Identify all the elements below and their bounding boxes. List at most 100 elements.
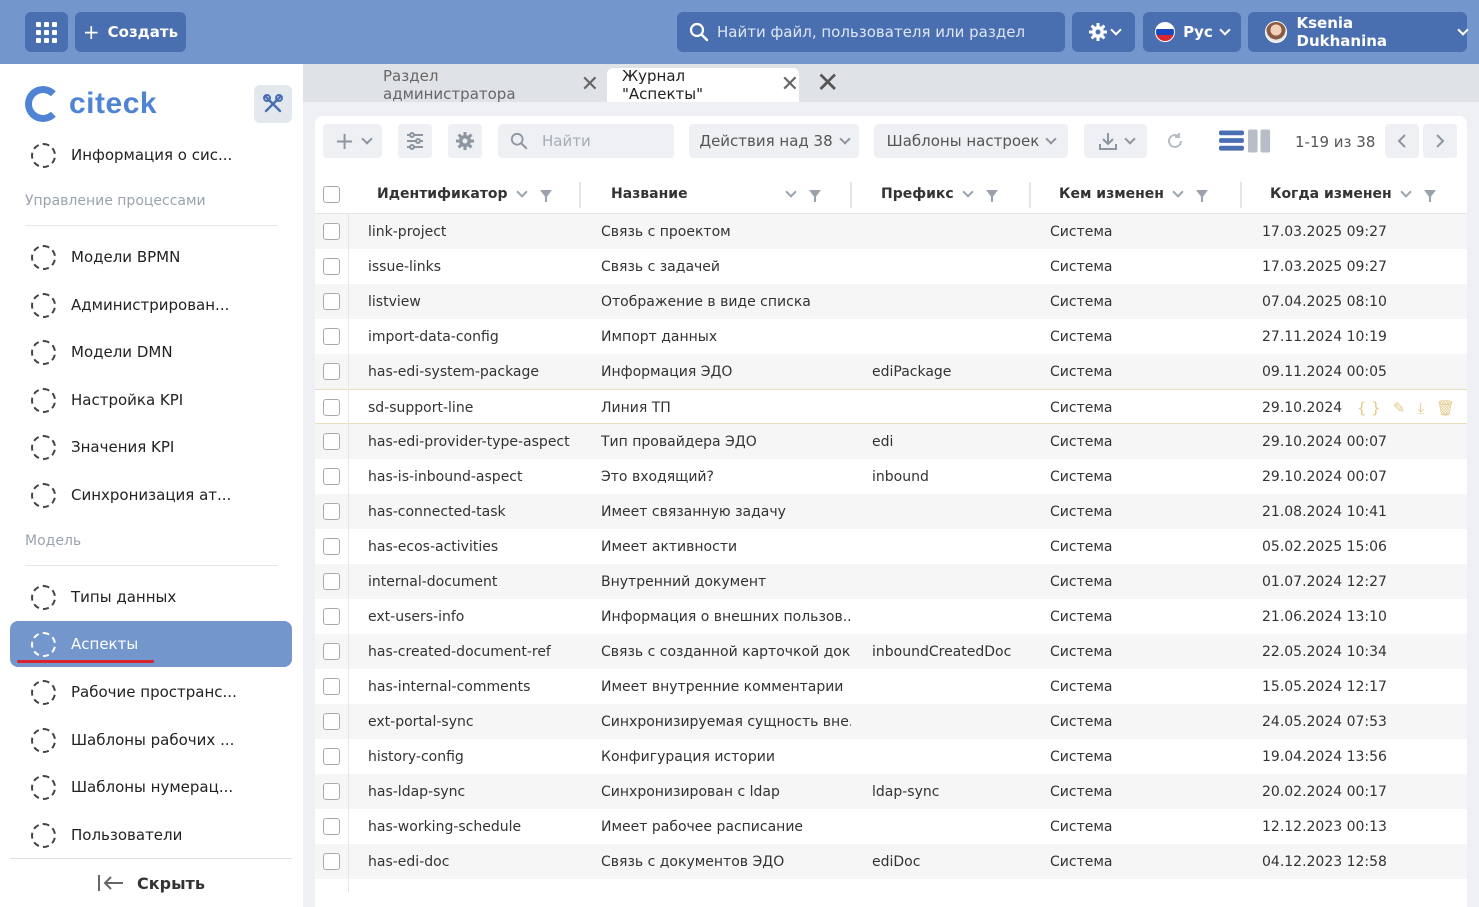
refresh-button[interactable] bbox=[1160, 124, 1190, 158]
sidebar-item-data-types[interactable]: Типы данных bbox=[10, 574, 292, 620]
column-header-modified[interactable]: Когда изменен bbox=[1270, 174, 1436, 214]
language-selector[interactable]: Рус bbox=[1143, 12, 1241, 52]
filter-icon[interactable] bbox=[985, 190, 998, 202]
add-record-button[interactable]: + bbox=[323, 124, 382, 158]
create-button[interactable]: + Создать bbox=[75, 12, 186, 52]
sidebar-item-dmn-models[interactable]: Модели DMN bbox=[10, 329, 292, 375]
row-checkbox[interactable] bbox=[323, 818, 340, 835]
filter-icon[interactable] bbox=[809, 190, 821, 202]
table-row[interactable]: ext-users-info Информация о внешних польз… bbox=[315, 599, 1467, 634]
row-checkbox[interactable] bbox=[323, 503, 340, 520]
table-row[interactable]: sd-support-line Линия ТП Система 29.10.2024… bbox=[315, 389, 1467, 424]
sidebar-item-users[interactable]: Пользователи bbox=[10, 812, 292, 858]
column-resizer[interactable] bbox=[579, 182, 581, 208]
filter-icon[interactable] bbox=[539, 190, 552, 202]
journal-settings-button[interactable] bbox=[448, 124, 482, 158]
sidebar-item-workspace-templates[interactable]: Шаблоны рабочих ... bbox=[10, 717, 292, 763]
prev-page-button[interactable] bbox=[1385, 124, 1419, 158]
sidebar-item-administration[interactable]: Администрирован... bbox=[10, 282, 292, 328]
group-actions-dropdown[interactable]: Действия над 38 bbox=[689, 124, 859, 158]
apps-menu-button[interactable] bbox=[25, 12, 68, 52]
close-icon[interactable]: ✕ bbox=[781, 74, 799, 96]
sidebar-item-numbering-templates[interactable]: Шаблоны нумерац... bbox=[10, 764, 292, 810]
row-checkbox[interactable] bbox=[323, 468, 340, 485]
sidebar-item-sync[interactable]: Синхронизация ат... bbox=[10, 472, 292, 518]
table-row[interactable]: has-ecos-activities Имеет активности Систе… bbox=[315, 529, 1467, 564]
column-resizer[interactable] bbox=[1029, 182, 1031, 208]
next-page-button[interactable] bbox=[1423, 124, 1457, 158]
kanban-view-icon[interactable] bbox=[1247, 129, 1271, 153]
row-checkbox[interactable] bbox=[323, 748, 340, 765]
tab-admin-section[interactable]: Раздел администратора ✕ bbox=[369, 67, 599, 103]
filter-icon[interactable] bbox=[1195, 190, 1208, 202]
table-row[interactable]: link-project Связь с проектом Система 17.03… bbox=[315, 214, 1467, 249]
user-menu[interactable]: Ksenia Dukhanina bbox=[1248, 12, 1469, 52]
row-checkbox[interactable] bbox=[323, 713, 340, 730]
export-button[interactable] bbox=[1084, 124, 1147, 158]
code-icon[interactable]: { } bbox=[1357, 399, 1381, 417]
tab-aspects-journal[interactable]: Журнал "Аспекты" ✕ bbox=[607, 67, 799, 103]
table-row[interactable]: has-internal-comments Имеет внутренние ко… bbox=[315, 669, 1467, 704]
view-toggle[interactable] bbox=[1219, 124, 1271, 158]
table-row[interactable]: import-data-config Импорт данных Система 27… bbox=[315, 319, 1467, 354]
global-search-input[interactable]: Найти файл, пользователя или раздел bbox=[677, 12, 1065, 52]
row-checkbox[interactable] bbox=[323, 678, 340, 695]
table-row[interactable]: has-edi-doc Связь с документов ЭДО ediDoc С… bbox=[315, 844, 1467, 879]
table-row[interactable]: internal-document Внутренний документ Сист… bbox=[315, 564, 1467, 599]
settings-templates-dropdown[interactable]: Шаблоны настроек bbox=[874, 124, 1068, 158]
column-header-prefix[interactable]: Префикс bbox=[881, 174, 998, 214]
select-all-checkbox[interactable] bbox=[323, 174, 340, 214]
row-checkbox[interactable] bbox=[323, 399, 340, 416]
row-checkbox[interactable] bbox=[323, 608, 340, 625]
close-icon[interactable]: ✕ bbox=[581, 74, 599, 96]
column-header-name[interactable]: Название bbox=[611, 174, 821, 214]
row-checkbox[interactable] bbox=[323, 433, 340, 450]
citeck-logo[interactable]: citeck bbox=[25, 86, 157, 122]
table-row[interactable]: issue-links Связь с задачей Система 17.03.2… bbox=[315, 249, 1467, 284]
settings-button[interactable] bbox=[1072, 12, 1135, 52]
table-row[interactable]: has-ldap-sync Синхронизирован с ldap ldap-… bbox=[315, 774, 1467, 809]
sort-icon[interactable] bbox=[515, 186, 528, 198]
table-row[interactable]: has-connected-task Имеет связанную задачу… bbox=[315, 494, 1467, 529]
row-checkbox[interactable] bbox=[323, 538, 340, 555]
journal-search-input[interactable]: Найти bbox=[498, 124, 674, 158]
table-row[interactable]: has-is-inbound-aspect Это входящий? inboun… bbox=[315, 459, 1467, 494]
row-checkbox[interactable] bbox=[323, 328, 340, 345]
table-row[interactable]: has-created-document-ref Связь с созданно… bbox=[315, 634, 1467, 669]
row-checkbox[interactable] bbox=[323, 258, 340, 275]
row-checkbox[interactable] bbox=[323, 573, 340, 590]
sort-icon[interactable] bbox=[785, 186, 797, 198]
download-icon[interactable]: ⤓ bbox=[1417, 399, 1424, 417]
table-row[interactable]: has-working-schedule Имеет рабочее распис… bbox=[315, 809, 1467, 844]
list-view-icon[interactable] bbox=[1219, 129, 1244, 153]
column-resizer[interactable] bbox=[1240, 182, 1242, 208]
sidebar-item-workspaces[interactable]: Рабочие пространс... bbox=[10, 669, 292, 715]
column-resizer[interactable] bbox=[850, 182, 852, 208]
hide-sidebar-button[interactable]: Скрыть bbox=[10, 858, 292, 907]
edit-icon[interactable]: ✎ bbox=[1393, 399, 1406, 417]
row-checkbox[interactable] bbox=[323, 643, 340, 660]
sidebar-item-kpi-settings[interactable]: Настройка KPI bbox=[10, 377, 292, 423]
column-header-id[interactable]: Идентификатор bbox=[377, 174, 552, 214]
sidebar-item-bpmn-models[interactable]: Модели BPMN bbox=[10, 234, 292, 280]
table-row[interactable]: has-edi-provider-type-aspect Тип провайде… bbox=[315, 424, 1467, 459]
table-row[interactable]: history-config Конфигурация истории Систем… bbox=[315, 739, 1467, 774]
row-checkbox[interactable] bbox=[323, 363, 340, 380]
row-checkbox[interactable] bbox=[323, 853, 340, 870]
table-row[interactable]: listview Отображение в виде списка Система… bbox=[315, 284, 1467, 319]
admin-tools-button[interactable] bbox=[254, 85, 292, 123]
column-header-modifier[interactable]: Кем изменен bbox=[1059, 174, 1208, 214]
table-row[interactable]: has-edi-system-package Информация ЭДО ediP… bbox=[315, 354, 1467, 389]
sidebar-item-kpi-values[interactable]: Значения KPI bbox=[10, 424, 292, 470]
delete-icon[interactable]: 🗑 bbox=[1436, 399, 1455, 417]
filter-icon[interactable] bbox=[1423, 190, 1436, 202]
sort-icon[interactable] bbox=[1172, 186, 1184, 198]
filter-settings-button[interactable] bbox=[398, 124, 432, 158]
table-row[interactable]: ext-portal-sync Синхронизируемая сущность… bbox=[315, 704, 1467, 739]
checkbox[interactable] bbox=[323, 185, 340, 203]
close-all-tabs-icon[interactable]: ✕ bbox=[816, 68, 839, 98]
row-checkbox[interactable] bbox=[323, 223, 340, 240]
row-checkbox[interactable] bbox=[323, 783, 340, 800]
sort-icon[interactable] bbox=[1400, 186, 1412, 198]
sidebar-item-system-info[interactable]: Информация о сис... bbox=[10, 132, 292, 178]
